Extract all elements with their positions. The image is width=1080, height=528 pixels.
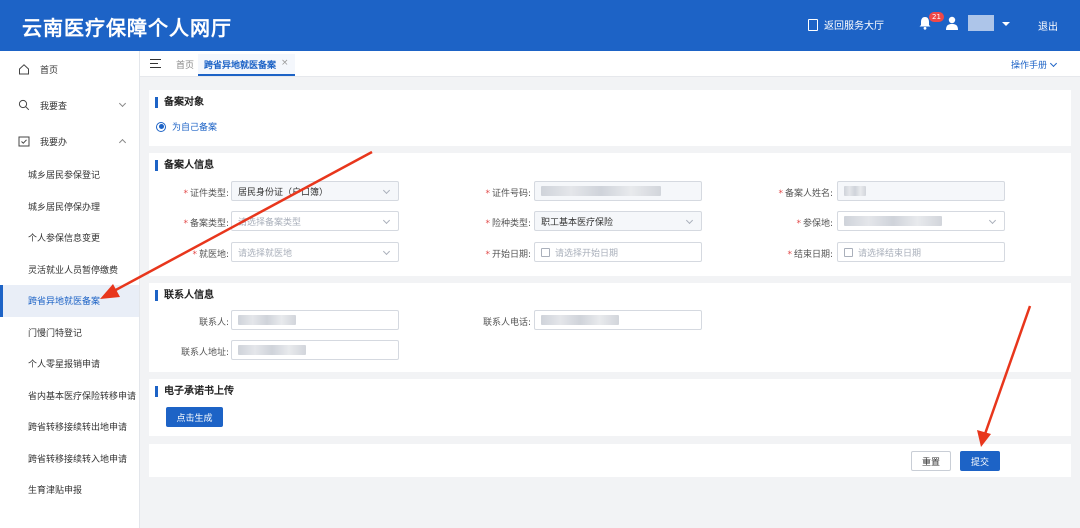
calendar-icon <box>541 247 550 257</box>
exit-door-icon <box>808 18 818 31</box>
contact-address-field[interactable] <box>231 340 399 360</box>
section-title: 电子承诺书上传 <box>155 386 234 397</box>
close-icon[interactable]: × <box>281 58 289 70</box>
radio-checked-icon <box>156 121 166 132</box>
return-service-hall-link[interactable]: 返回服务大厅 <box>808 17 884 32</box>
sidebar-item-label: 首页 <box>40 65 59 76</box>
user-dropdown-chevron-icon[interactable] <box>1002 22 1010 26</box>
contact-name-field[interactable] <box>231 310 399 330</box>
notification-badge: 21 <box>929 12 944 22</box>
section-contact-info: 联系人信息 联系人: 联系人电话: 联系人地址: <box>149 283 1071 372</box>
redacted-value <box>238 345 306 355</box>
contact-address-label: 联系人地址: <box>180 348 229 358</box>
redacted-value <box>541 315 619 325</box>
insured-place-label: * 参保地: <box>796 219 833 229</box>
tab-bar: 首页 跨省异地就医备案 × 操作手册 <box>140 51 1080 77</box>
medical-place-label: * 就医地: <box>192 250 229 260</box>
sidebar-item-label: 我要查 <box>40 101 68 112</box>
section-filer-info: 备案人信息 * 证件类型: 居民身份证（户口簿） * 证件号码: * 备案人姓名: *… <box>149 153 1071 276</box>
redacted-value <box>844 186 866 196</box>
contact-name-label: 联系人: <box>198 318 229 328</box>
sidebar-item[interactable]: 跨省转移接续转入地申请 <box>0 443 139 475</box>
sidebar: 首页 我要查 我要办 城乡居民参保登记 城乡居民停保办理 个人参保信息变更 灵活就业人… <box>0 51 140 528</box>
sidebar-item[interactable]: 门慢门特登记 <box>0 317 139 349</box>
tab-label: 跨省异地就医备案 <box>204 61 277 71</box>
insurance-type-select[interactable]: 职工基本医疗保险 <box>534 211 702 231</box>
chevron-up-icon <box>118 138 127 147</box>
sidebar-item[interactable]: 城乡居民参保登记 <box>0 159 139 191</box>
calendar-icon <box>844 247 853 257</box>
home-icon <box>19 64 29 75</box>
section-title: 备案对象 <box>155 97 204 108</box>
sidebar-group-do[interactable]: 我要办 <box>0 123 139 159</box>
sidebar-item-home[interactable]: 首页 <box>0 51 139 87</box>
id-number-label: * 证件号码: <box>485 189 531 199</box>
generate-button[interactable]: 点击生成 <box>166 407 223 427</box>
redacted-value <box>541 186 661 196</box>
filer-name-field[interactable] <box>837 181 1005 201</box>
section-title: 备案人信息 <box>155 160 214 171</box>
start-date-label: * 开始日期: <box>485 250 531 260</box>
chevron-down-icon <box>382 186 391 195</box>
logout-link[interactable]: 退出 <box>1038 18 1058 33</box>
chevron-down-icon <box>118 99 127 108</box>
sidebar-item[interactable]: 跨省转移接续转出地申请 <box>0 411 139 443</box>
submit-button[interactable]: 提交 <box>960 451 1000 471</box>
section-filing-target: 备案对象 为自己备案 <box>149 90 1071 146</box>
insured-place-select[interactable] <box>837 211 1005 231</box>
top-header: 云南医疗保障个人网厅 返回服务大厅 21 退出 <box>0 0 1080 51</box>
menu-toggle-icon[interactable] <box>150 59 161 68</box>
insurance-type-label: * 险种类型: <box>485 219 531 229</box>
section-commitment-upload: 电子承诺书上传 点击生成 <box>149 379 1071 436</box>
chevron-down-icon <box>988 216 997 225</box>
chevron-down-icon <box>382 247 391 256</box>
sidebar-item-label: 我要办 <box>40 137 68 148</box>
sidebar-item[interactable]: 灵活就业人员暂停缴费 <box>0 254 139 286</box>
reset-button[interactable]: 重置 <box>911 451 951 471</box>
contact-phone-label: 联系人电话: <box>482 318 531 328</box>
sidebar-group-query[interactable]: 我要查 <box>0 87 139 123</box>
redacted-value <box>238 315 296 325</box>
id-type-select[interactable]: 居民身份证（户口簿） <box>231 181 399 201</box>
chevron-down-icon <box>685 216 694 225</box>
filing-type-select[interactable]: 请选择备案类型 <box>231 211 399 231</box>
medical-place-select[interactable]: 请选择就医地 <box>231 242 399 262</box>
contact-phone-field[interactable] <box>534 310 702 330</box>
radio-label: 为自己备案 <box>172 123 218 133</box>
tab-cross-province-filing[interactable]: 跨省异地就医备案 × <box>198 54 295 76</box>
tab-home[interactable]: 首页 <box>176 58 194 71</box>
sidebar-item[interactable]: 个人参保信息变更 <box>0 222 139 254</box>
sidebar-item[interactable]: 生育津贴申报 <box>0 474 139 506</box>
folder-check-icon <box>18 136 30 147</box>
end-date-picker[interactable]: 请选择结束日期 <box>837 242 1005 262</box>
redacted-value <box>844 216 942 226</box>
filer-name-label: * 备案人姓名: <box>778 189 833 199</box>
end-date-label: * 结束日期: <box>787 250 833 260</box>
user-icon <box>946 16 958 30</box>
form-actions: 重置 提交 <box>149 444 1071 477</box>
username-redacted <box>968 15 994 31</box>
sidebar-item[interactable]: 城乡居民停保办理 <box>0 191 139 223</box>
sidebar-item[interactable]: 跨省异地就医备案 <box>0 285 139 317</box>
id-number-field[interactable] <box>534 181 702 201</box>
section-title: 联系人信息 <box>155 290 214 301</box>
return-label: 返回服务大厅 <box>824 21 884 32</box>
start-date-picker[interactable]: 请选择开始日期 <box>534 242 702 262</box>
radio-self-filing[interactable]: 为自己备案 <box>156 120 217 133</box>
sidebar-item[interactable]: 省内基本医疗保险转移申请 <box>0 380 139 412</box>
sidebar-item[interactable]: 个人零星报销申请 <box>0 348 139 380</box>
search-icon <box>18 99 30 111</box>
app-title: 云南医疗保障个人网厅 <box>22 16 232 40</box>
chevron-down-icon <box>382 216 391 225</box>
operation-manual-dropdown[interactable]: 操作手册 <box>1011 58 1056 71</box>
filing-type-label: * 备案类型: <box>183 219 229 229</box>
id-type-label: * 证件类型: <box>183 189 229 199</box>
